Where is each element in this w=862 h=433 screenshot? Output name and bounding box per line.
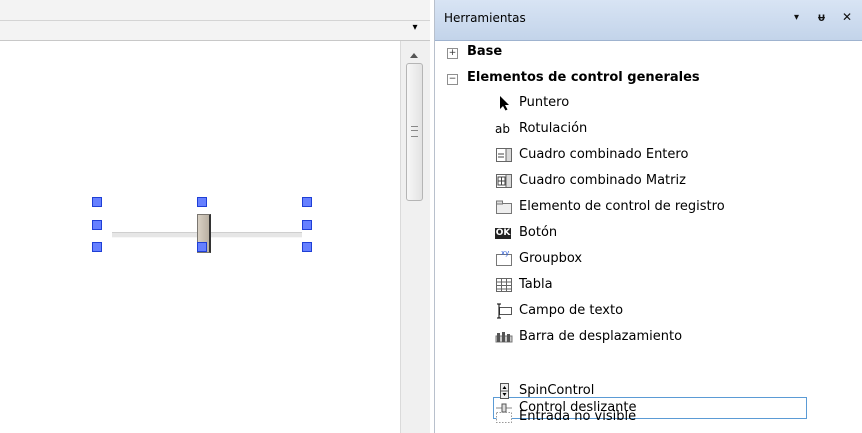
tool-groupbox[interactable]: xy Groupbox: [495, 249, 810, 271]
chevron-down-icon[interactable]: ▾: [408, 22, 422, 34]
pin-icon[interactable]: ᵾ: [818, 10, 825, 24]
selection-handle-middle-right[interactable]: [302, 220, 312, 230]
tool-text-field[interactable]: Campo de texto: [495, 301, 810, 323]
tool-scrollbar[interactable]: Barra de desplazamiento: [495, 327, 810, 349]
close-icon[interactable]: ✕: [842, 10, 852, 24]
tab-control-icon: [495, 199, 513, 215]
tool-label: Entrada no visible: [519, 409, 637, 424]
tool-label: Groupbox: [519, 251, 583, 266]
pointer-icon: [495, 95, 513, 111]
selection-handle-bottom-center[interactable]: [197, 242, 207, 252]
tool-table[interactable]: Tabla: [495, 275, 810, 297]
tool-invisible-input[interactable]: Entrada no visible: [495, 407, 810, 429]
tool-combobox-integer[interactable]: Cuadro combinado Entero: [495, 145, 810, 167]
tool-pointer[interactable]: Puntero: [495, 93, 810, 115]
scrollbar-icon: [495, 329, 513, 345]
tool-label: Botón: [519, 225, 558, 240]
panel-menu-chevron-icon[interactable]: ▾: [794, 12, 799, 23]
text-field-icon: [495, 303, 513, 319]
editor-pane: ▾: [0, 0, 430, 433]
tool-label: Rotulación: [519, 121, 588, 136]
label-icon: ab: [495, 122, 510, 136]
expand-icon[interactable]: +: [447, 48, 458, 59]
table-icon: [495, 277, 513, 293]
tool-label-text[interactable]: ab Rotulación: [495, 119, 810, 141]
groupbox-icon-text: xy: [501, 249, 510, 257]
scrollbar-thumb[interactable]: [406, 63, 423, 201]
editor-toolbar: ▾: [0, 0, 430, 41]
group-label: Base: [467, 44, 503, 59]
selection-handle-top-right[interactable]: [302, 197, 312, 207]
collapse-icon[interactable]: −: [447, 74, 458, 85]
group-label: Elementos de control generales: [467, 70, 700, 85]
invisible-input-icon: [495, 409, 513, 425]
combobox-array-icon: [495, 173, 513, 189]
tool-label: Puntero: [519, 95, 570, 110]
selection-handle-bottom-left[interactable]: [92, 242, 102, 252]
vertical-scrollbar[interactable]: [400, 41, 430, 433]
combobox-integer-icon: [495, 147, 513, 163]
toolbar-divider: [0, 20, 430, 21]
button-icon: OK: [495, 228, 511, 239]
toolbox-header: Herramientas ▾ ᵾ ✕: [435, 0, 862, 41]
tool-label: Elemento de control de registro: [519, 199, 725, 214]
selection-handle-top-left[interactable]: [92, 197, 102, 207]
tool-label: SpinControl: [519, 383, 595, 398]
selection-handle-middle-left[interactable]: [92, 220, 102, 230]
tool-label: Campo de texto: [519, 303, 624, 318]
scroll-up-arrow-icon[interactable]: [410, 53, 418, 58]
tool-label: Tabla: [519, 277, 553, 292]
selection-handle-bottom-right[interactable]: [302, 242, 312, 252]
grip-icon: [411, 126, 418, 137]
toolbox-panel: Herramientas ▾ ᵾ ✕ + Base − Elementos de…: [434, 0, 862, 433]
tool-combobox-array[interactable]: Cuadro combinado Matriz: [495, 171, 810, 193]
tool-label: Cuadro combinado Matriz: [519, 173, 686, 188]
selection-handle-top-center[interactable]: [197, 197, 207, 207]
tool-tab-control[interactable]: Elemento de control de registro: [495, 197, 810, 219]
tool-button[interactable]: OK Botón: [495, 223, 810, 245]
tool-spin-control[interactable]: SpinControl: [495, 381, 810, 403]
tool-label: Cuadro combinado Entero: [519, 147, 689, 162]
toolbox-title: Herramientas: [444, 11, 526, 25]
toolbox-list: + Base − Elementos de control generales …: [435, 41, 862, 433]
tool-label: Barra de desplazamiento: [519, 329, 683, 344]
spin-control-icon: [495, 383, 513, 399]
